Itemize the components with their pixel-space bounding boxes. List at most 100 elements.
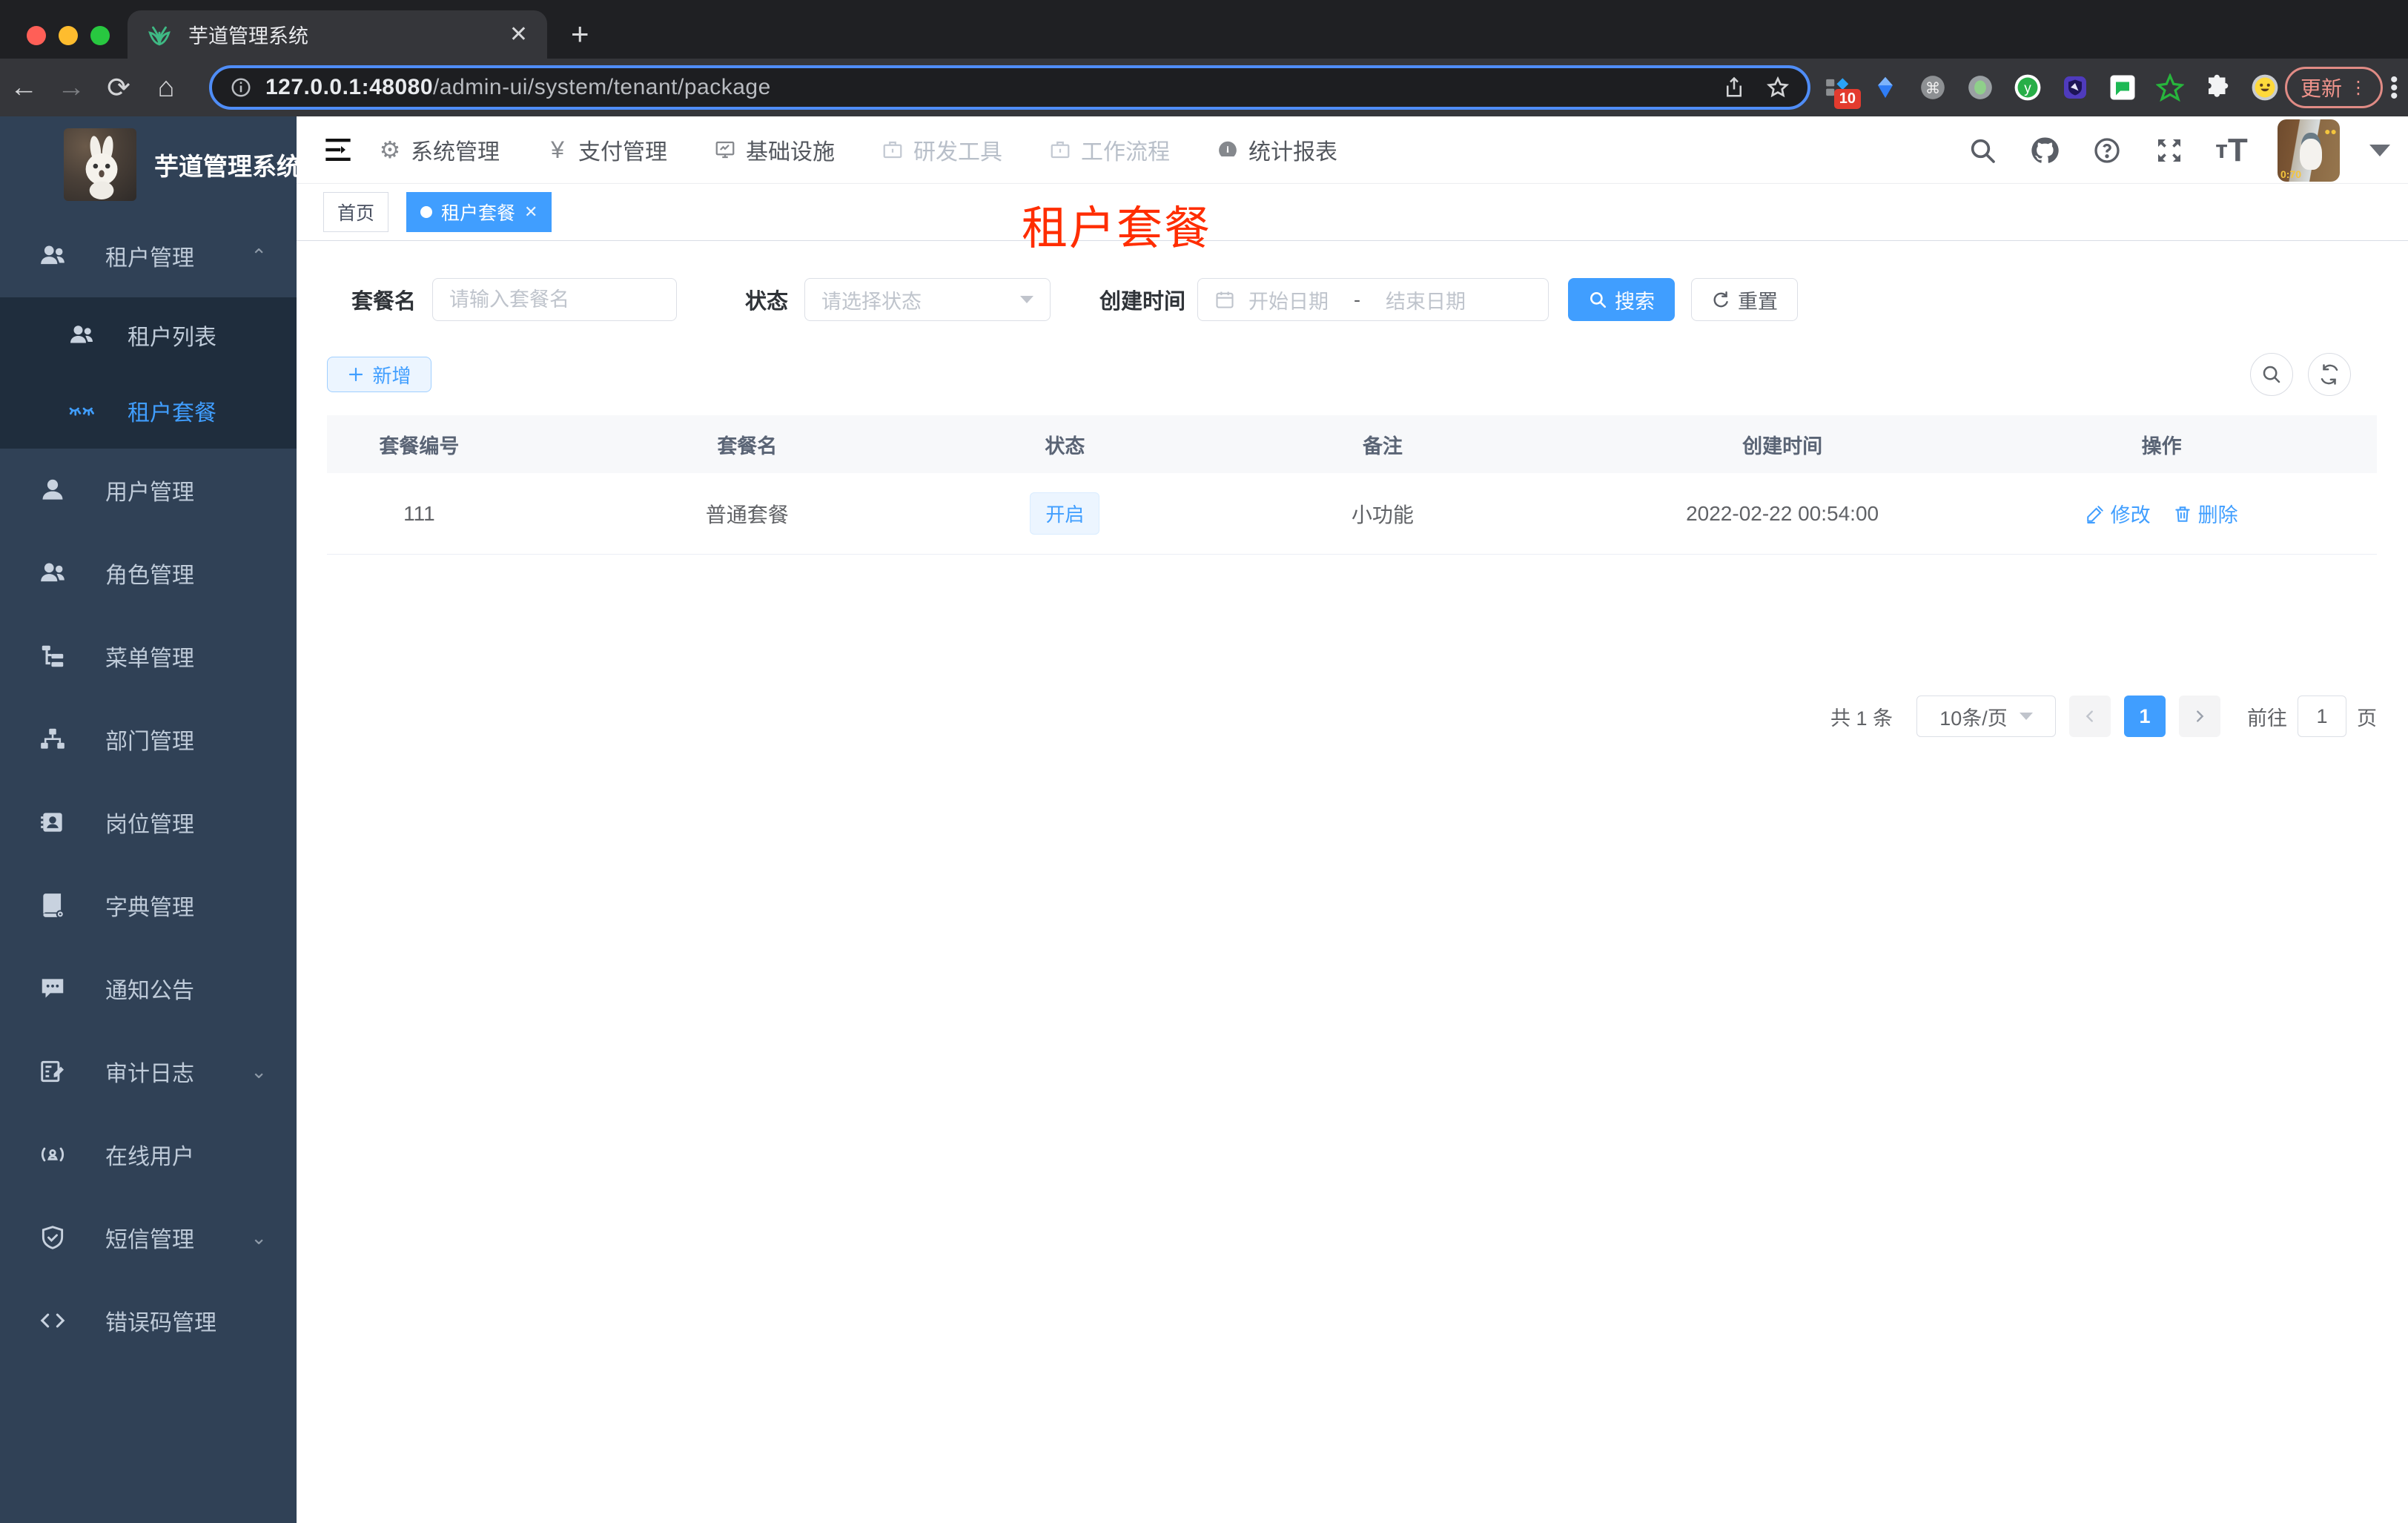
goto-page-input[interactable] (2298, 696, 2346, 737)
search-button[interactable]: 搜索 (1568, 278, 1676, 321)
reset-button[interactable]: 重置 (1691, 278, 1799, 321)
back-icon[interactable]: ← (0, 72, 47, 104)
top-navbar: ⚙ 系统管理 ¥ 支付管理 基础设施 研发工具 工作流程 统计报表 ᴛ T 0:… (297, 116, 2408, 184)
browser-tab[interactable]: 芋道管理系统 ✕ (128, 10, 547, 59)
minimize-window-button[interactable] (59, 26, 78, 45)
fullscreen-icon[interactable] (2153, 134, 2186, 167)
star-extension-icon[interactable] (2156, 73, 2184, 102)
top-menu-system[interactable]: ⚙ 系统管理 (378, 133, 500, 166)
avatar-caret-icon[interactable] (2369, 144, 2390, 156)
sidebar-item-tenant-management[interactable]: 租户管理 ⌃ (0, 214, 297, 297)
chrome-update-button[interactable]: 更新 ⋮ (2285, 67, 2383, 108)
tag-tenant-package[interactable]: 租户套餐 ✕ (406, 192, 552, 232)
browser-menu-icon[interactable]: • • • (2390, 69, 2398, 108)
cell-package-name: 普通套餐 (705, 503, 789, 526)
shield-extension-icon[interactable] (2061, 73, 2089, 102)
top-menu-devtools[interactable]: 研发工具 (881, 133, 1002, 166)
tags-bar: 首页 租户套餐 ✕ (297, 184, 2408, 241)
refresh-icon (2321, 364, 2338, 385)
add-button[interactable]: 新增 (327, 357, 431, 392)
svg-text:⌘: ⌘ (1925, 80, 1941, 97)
user-icon (42, 479, 63, 500)
sidebar-item-label: 字典管理 (105, 896, 194, 920)
sidebar-logo-row[interactable]: 芋道管理系统 (0, 116, 301, 201)
sidebar-item-error-code[interactable]: 错误码管理 (0, 1279, 297, 1362)
date-range-picker[interactable]: 开始日期 - 结束日期 (1197, 278, 1549, 321)
user-avatar[interactable]: 0:70 ●● (2278, 119, 2340, 182)
name-filter-label: 套餐名 (351, 290, 417, 314)
sidebar-item-dept-management[interactable]: 部门管理 (0, 698, 297, 781)
table-header-row: 套餐编号 套餐名 状态 备注 创建时间 操作 (327, 415, 2377, 473)
top-menu-workflow[interactable]: 工作流程 (1048, 133, 1170, 166)
column-header: 套餐名 (717, 435, 778, 457)
top-menu-payment[interactable]: ¥ 支付管理 (546, 133, 667, 166)
page-size-select[interactable]: 10条/页 (1916, 696, 2056, 737)
sidebar-item-audit-log[interactable]: 审计日志 ⌄ (0, 1030, 297, 1113)
tag-label: 首页 (337, 203, 375, 224)
maximize-window-button[interactable] (90, 26, 110, 45)
sidebar-item-label: 租户套餐 (128, 401, 216, 426)
top-menu-infrastructure[interactable]: 基础设施 (713, 133, 835, 166)
cell-remark: 小功能 (1351, 503, 1414, 526)
tab-manager-extension-icon[interactable]: 10 (1824, 73, 1861, 109)
tree-table-icon (42, 645, 64, 667)
command-extension-icon[interactable]: ⌘ (1919, 73, 1947, 102)
chat-extension-icon[interactable] (2108, 73, 2137, 102)
sidebar-item-tenant-package[interactable]: 租户套餐 (0, 373, 297, 449)
bookmark-star-icon[interactable] (1766, 76, 1790, 99)
sidebar-item-tenant-list[interactable]: 租户列表 (0, 297, 297, 373)
sidebar-menu: 租户管理 ⌃ 租户列表 租户套餐 用户管理 角色管理 菜单管理 部门管理 岗位管… (0, 214, 297, 1362)
collapse-sidebar-icon[interactable] (323, 137, 353, 162)
main-area: ⚙ 系统管理 ¥ 支付管理 基础设施 研发工具 工作流程 统计报表 ᴛ T 0:… (297, 116, 2408, 1523)
top-menu-reports[interactable]: 统计报表 (1216, 133, 1337, 166)
toggle-search-button[interactable] (2250, 353, 2293, 396)
dictionary-icon (43, 893, 64, 919)
page-unit-label: 页 (2357, 707, 2377, 730)
chevron-right-icon (2197, 710, 2204, 722)
next-page-button[interactable] (2179, 696, 2220, 737)
help-icon[interactable] (2091, 134, 2123, 167)
sidebar-item-sms-management[interactable]: 短信管理 ⌄ (0, 1196, 297, 1279)
plus-icon (349, 367, 363, 382)
current-page-button[interactable]: 1 (2124, 696, 2166, 737)
sidebar-item-user-management[interactable]: 用户管理 (0, 449, 297, 532)
github-icon[interactable] (2028, 134, 2061, 167)
refresh-table-button[interactable] (2308, 353, 2351, 396)
emoji-extension-icon[interactable] (2251, 73, 2279, 102)
site-info-icon[interactable] (230, 76, 252, 99)
search-icon (2263, 366, 2280, 383)
green-dot-extension-icon[interactable] (1966, 73, 1994, 102)
new-tab-button[interactable]: + (571, 16, 589, 52)
tag-home[interactable]: 首页 (323, 192, 389, 232)
tab-close-icon[interactable]: ✕ (509, 22, 528, 47)
share-icon[interactable] (1723, 76, 1745, 99)
home-icon[interactable]: ⌂ (142, 72, 190, 104)
tag-close-icon[interactable]: ✕ (524, 202, 538, 222)
sidebar-item-online-users[interactable]: 在线用户 (0, 1113, 297, 1196)
status-filter-select[interactable]: 请选择状态 (804, 278, 1051, 321)
chevron-left-icon (2086, 710, 2093, 722)
close-window-button[interactable] (27, 26, 46, 45)
name-filter-input[interactable] (449, 288, 661, 311)
puzzle-extensions-icon[interactable] (2203, 73, 2232, 102)
log-edit-icon (41, 1060, 64, 1083)
search-icon[interactable] (1966, 134, 1999, 167)
font-size-icon[interactable]: ᴛT (2215, 132, 2248, 168)
gem-extension-icon[interactable] (1871, 73, 1899, 102)
sidebar-item-post-management[interactable]: 岗位管理 (0, 781, 297, 864)
gear-icon: ⚙ (379, 136, 401, 163)
delete-link[interactable]: 删除 (2173, 499, 2238, 528)
y-extension-icon[interactable]: y (2014, 73, 2042, 102)
goto-page: 前往 页 (2247, 696, 2377, 737)
address-bar[interactable]: 127.0.0.1:48080/admin-ui/system/tenant/p… (209, 65, 1810, 110)
sidebar-item-menu-management[interactable]: 菜单管理 (0, 615, 297, 698)
reload-icon[interactable]: ⟳ (95, 71, 142, 105)
sidebar-item-notice[interactable]: 通知公告 (0, 947, 297, 1030)
update-menu-dots: ⋮ (2349, 77, 2367, 98)
sidebar-item-role-management[interactable]: 角色管理 (0, 532, 297, 615)
prev-page-button[interactable] (2069, 696, 2111, 737)
cell-created-time: 2022-02-22 00:54:00 (1686, 501, 1879, 525)
sidebar-item-dict-management[interactable]: 字典管理 (0, 864, 297, 947)
edit-link[interactable]: 修改 (2086, 499, 2151, 528)
forward-icon[interactable]: → (47, 72, 95, 104)
